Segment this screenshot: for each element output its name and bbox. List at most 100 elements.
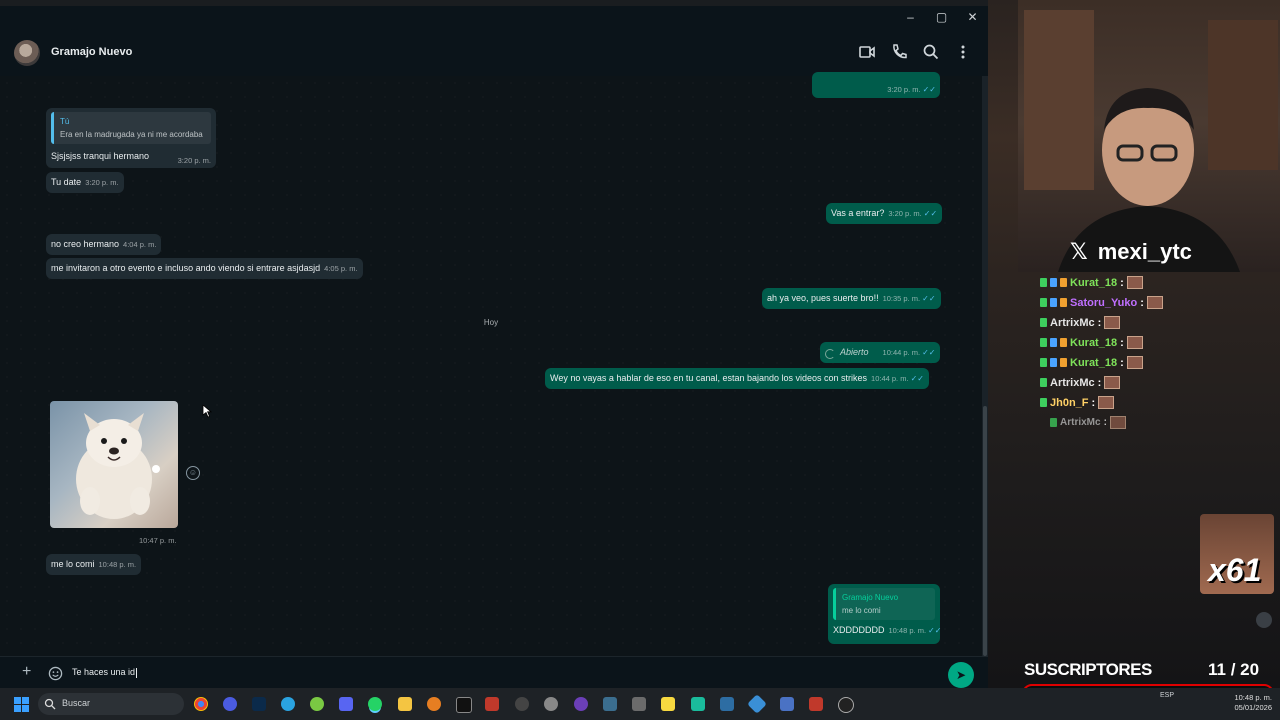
chat-username: Jh0n_F xyxy=(1050,396,1089,409)
app-icon-purple[interactable] xyxy=(574,697,588,711)
chat-username: Satoru_Yuko xyxy=(1070,296,1138,309)
app-icon-navy[interactable] xyxy=(720,697,734,711)
keyboard-language[interactable]: ESP xyxy=(1160,692,1174,699)
title-strip xyxy=(0,0,988,6)
app-icon-orange[interactable] xyxy=(427,697,441,711)
app-icon-teal[interactable] xyxy=(691,697,705,711)
video-call-icon[interactable] xyxy=(857,42,877,62)
stream-chat-line: ArtrixMc: xyxy=(1040,316,1121,329)
scrollbar-thumb[interactable] xyxy=(983,406,987,656)
app-icon-dark[interactable] xyxy=(456,697,472,713)
chat-emote-icon xyxy=(1109,416,1126,429)
chat-separator: : xyxy=(1120,336,1124,349)
app-icon-settings[interactable] xyxy=(544,697,558,711)
streamer-handle-banner: 𝕏 mexi_ytc xyxy=(1020,234,1260,270)
app-icon-green[interactable] xyxy=(310,697,324,711)
message-time: 10:48 p. m. xyxy=(98,560,137,569)
minimize-button[interactable]: – xyxy=(895,6,926,28)
chat-header[interactable]: Gramajo Nuevo xyxy=(0,28,988,76)
message-outgoing[interactable]: Abierto 10:44 p. m. ✓✓ xyxy=(820,342,941,363)
contact-name[interactable]: Gramajo Nuevo xyxy=(51,46,132,58)
search-icon[interactable] xyxy=(921,42,941,62)
whatsapp-window: – ▢ ✕ Gramajo Nuevo 3:20 p. m. ✓✓ Tú Era … xyxy=(0,0,988,688)
streamer-handle: mexi_ytc xyxy=(1097,239,1192,264)
app-icon-red[interactable] xyxy=(485,697,499,711)
chat-emote-icon xyxy=(1098,396,1115,409)
chrome-icon[interactable] xyxy=(194,697,208,711)
chat-badge-icon xyxy=(1040,338,1047,347)
react-emoji-icon[interactable]: ☺ xyxy=(186,466,200,480)
file-explorer-icon[interactable] xyxy=(398,697,412,711)
taskbar-search-label: Buscar xyxy=(62,698,91,708)
x-logo-icon: 𝕏 xyxy=(1070,239,1088,265)
message-outgoing[interactable]: ah ya veo, pues suerte bro!! 10:35 p. m.… xyxy=(762,288,941,309)
chat-emote-icon xyxy=(1146,296,1163,309)
message-input[interactable]: Te haces una id xyxy=(72,667,138,678)
vivaldi-icon[interactable] xyxy=(223,697,237,711)
app-icon-grey[interactable] xyxy=(515,697,529,711)
message-incoming[interactable]: Tú Era en la madrugada ya ni me acordaba… xyxy=(46,108,216,168)
contact-avatar[interactable] xyxy=(14,40,40,66)
app-icon-diamond[interactable] xyxy=(747,694,767,714)
stream-chat-line: Kurat_18: xyxy=(1040,336,1143,349)
attach-icon[interactable]: + xyxy=(22,663,31,681)
message-incoming[interactable]: me invitaron a otro evento e incluso and… xyxy=(46,258,363,279)
close-button[interactable]: ✕ xyxy=(957,6,988,28)
app-icon-cube[interactable] xyxy=(780,697,794,711)
app-icon-blue[interactable] xyxy=(603,697,617,711)
message-text: ah ya veo, pues suerte bro!! xyxy=(767,293,879,303)
message-text: no creo hermano xyxy=(51,239,120,249)
text-caret xyxy=(136,667,138,678)
message-incoming[interactable]: Tu date 3:20 p. m. xyxy=(46,172,124,193)
message-input-value: Te haces una id xyxy=(72,667,136,677)
message-time: 4:04 p. m. xyxy=(123,240,157,249)
whatsapp-icon[interactable] xyxy=(368,697,382,711)
message-time: 3:20 p. m. xyxy=(85,178,119,187)
message-outgoing[interactable]: Vas a entrar? 3:20 p. m. ✓✓ xyxy=(826,203,943,224)
image-message[interactable] xyxy=(50,401,178,528)
webcam-feed xyxy=(1018,0,1280,272)
quoted-author: Gramajo Nuevo xyxy=(842,593,899,602)
message-outgoing[interactable]: Gramajo Nuevo me lo comi XDDDDDDD 10:48 … xyxy=(828,584,941,644)
app-icon-v[interactable] xyxy=(809,697,823,711)
chat-badge-icon xyxy=(1060,278,1067,287)
stream-overlay: 𝕏 mexi_ytc Kurat_18: Satoru_Yuko: ArtrixMc… xyxy=(988,0,1280,688)
chat-separator: : xyxy=(1120,276,1124,289)
app-icon-tool[interactable] xyxy=(632,697,646,711)
message-area: 3:20 p. m. ✓✓ Tú Era en la madrugada ya n… xyxy=(0,72,982,656)
message-text: Sjsjsjss tranqui hermano xyxy=(51,151,150,161)
emoji-icon[interactable] xyxy=(48,666,63,681)
taskbar-search[interactable]: Buscar xyxy=(38,693,184,715)
chat-username: ArtrixMc xyxy=(1060,417,1101,428)
phone-call-icon[interactable] xyxy=(889,42,909,62)
app-icon-g[interactable] xyxy=(838,697,854,713)
sticky-notes-icon[interactable] xyxy=(661,697,675,711)
chat-badge-icon xyxy=(1050,278,1057,287)
message-outgoing[interactable]: Wey no vayas a hablar de eso en tu canal… xyxy=(545,368,929,389)
message-text: XDDDDDDD xyxy=(833,625,885,635)
photoshop-icon[interactable] xyxy=(252,697,266,711)
quoted-message[interactable]: Gramajo Nuevo me lo comi xyxy=(833,588,935,620)
quoted-text: Era en la madrugada ya ni me acordaba xyxy=(60,130,203,139)
message-outgoing[interactable]: 3:20 p. m. ✓✓ xyxy=(812,72,940,98)
send-button[interactable]: ➤ xyxy=(948,662,974,688)
puppy-photo xyxy=(76,413,160,519)
chat-emote-icon xyxy=(1104,316,1121,329)
message-time: 3:20 p. m. xyxy=(888,209,922,218)
chat-badge-icon xyxy=(1050,298,1057,307)
telegram-icon[interactable] xyxy=(281,697,295,711)
search-icon xyxy=(44,698,56,710)
maximize-button[interactable]: ▢ xyxy=(926,6,957,28)
message-incoming[interactable]: no creo hermano 4:04 p. m. xyxy=(46,234,162,255)
menu-dots-icon[interactable] xyxy=(953,42,973,62)
message-time: 10:44 p. m. xyxy=(871,374,909,383)
message-incoming[interactable]: me lo comi 10:48 p. m. xyxy=(46,554,142,575)
clock-time: 10:48 p. m. xyxy=(1234,693,1272,702)
windows-start-icon[interactable] xyxy=(14,697,29,712)
quoted-text: me lo comi xyxy=(842,606,881,615)
chat-emote-icon xyxy=(1126,336,1143,349)
system-clock[interactable]: 10:48 p. m. 05/01/2026 xyxy=(1234,693,1272,713)
quoted-message[interactable]: Tú Era en la madrugada ya ni me acordaba xyxy=(51,112,211,144)
date-divider: Hoy xyxy=(483,318,499,327)
discord-icon[interactable] xyxy=(339,697,353,711)
